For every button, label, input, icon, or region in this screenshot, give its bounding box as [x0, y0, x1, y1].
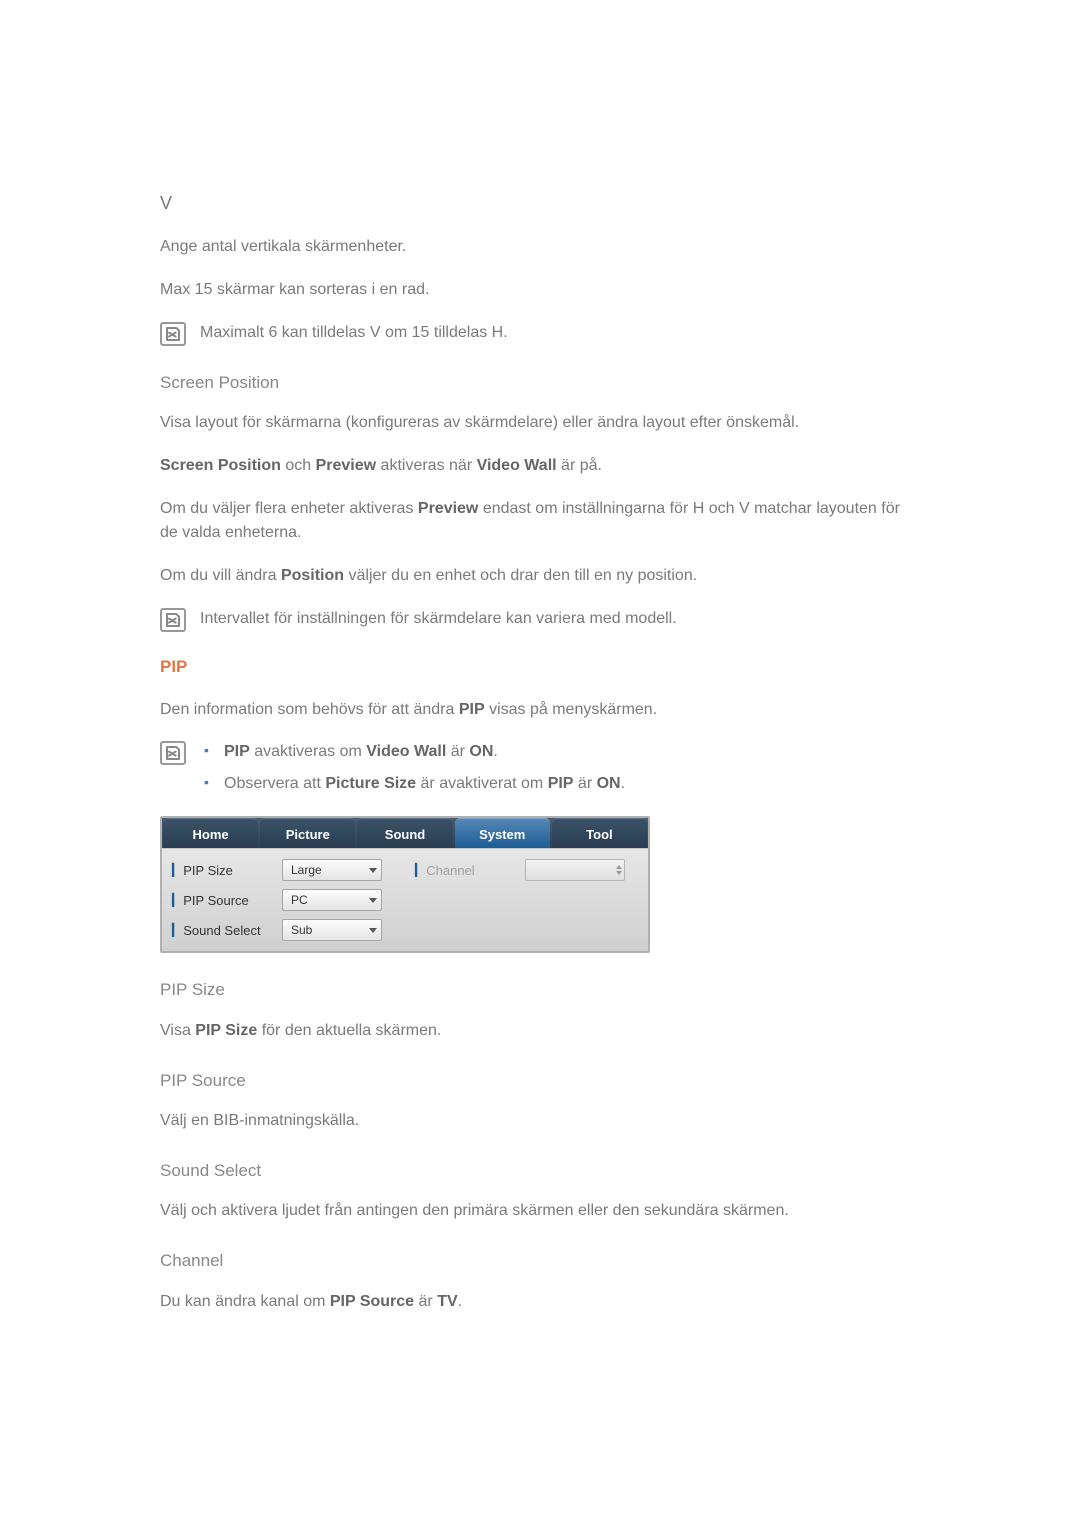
bold-text: Picture Size — [325, 775, 416, 792]
tab-system[interactable]: System — [455, 818, 550, 848]
sound-select-value: Sub — [291, 921, 312, 939]
sound-select-subheading: Sound Select — [160, 1158, 920, 1184]
text: visas på menyskärmen. — [485, 701, 658, 718]
pip-settings-panel: Home Picture Sound System Tool PIP Size … — [160, 816, 650, 953]
chevron-down-icon — [369, 868, 377, 873]
v-max-text: Max 15 skärmar kan sorteras i en rad. — [160, 278, 920, 303]
text: Om du väljer flera enheter aktiveras — [160, 500, 418, 517]
text: väljer du en enhet och drar den till en … — [344, 567, 697, 584]
tab-home[interactable]: Home — [163, 818, 258, 848]
text: och — [281, 457, 316, 474]
bold-text: PIP — [224, 743, 250, 760]
pip-source-row: PIP Source PC — [162, 885, 405, 915]
sound-select-label: Sound Select — [172, 921, 282, 941]
tab-row: Home Picture Sound System Tool — [162, 818, 648, 848]
text: Du kan ändra kanal om — [160, 1293, 330, 1310]
channel-row: Channel — [405, 855, 648, 885]
text: avaktiveras om — [250, 743, 366, 760]
chevron-down-icon — [616, 871, 622, 875]
bold-text: PIP — [548, 775, 574, 792]
bold-text: TV — [437, 1293, 457, 1310]
bold-text: Preview — [316, 457, 376, 474]
text: . — [493, 743, 497, 760]
tab-picture[interactable]: Picture — [260, 818, 355, 848]
bold-text: ON — [597, 775, 621, 792]
pip-intro: Den information som behövs för att ändra… — [160, 698, 920, 723]
text: aktiveras när — [376, 457, 476, 474]
bold-text: Video Wall — [477, 457, 557, 474]
screen-position-p4: Om du vill ändra Position väljer du en e… — [160, 564, 920, 589]
pip-size-subheading: PIP Size — [160, 977, 920, 1003]
screen-position-heading: Screen Position — [160, 370, 920, 396]
text: är — [414, 1293, 437, 1310]
pip-bullet-2: Observera att Picture Size är avaktivera… — [200, 772, 625, 796]
pip-heading: PIP — [160, 654, 920, 680]
text: . — [458, 1293, 462, 1310]
v-note: Maximalt 6 kan tilldelas V om 15 tilldel… — [160, 321, 920, 346]
pip-notes: PIP avaktiveras om Video Wall är ON. Obs… — [160, 740, 920, 804]
bold-text: PIP Source — [330, 1293, 414, 1310]
pip-size-select[interactable]: Large — [282, 859, 382, 881]
text: . — [621, 775, 625, 792]
pip-size-row: PIP Size Large — [162, 855, 405, 885]
pip-source-description: Välj en BIB-inmatningskälla. — [160, 1109, 920, 1134]
bold-text: Position — [281, 567, 344, 584]
channel-label: Channel — [415, 861, 525, 881]
pip-size-label: PIP Size — [172, 861, 282, 881]
text: är — [573, 775, 596, 792]
channel-subheading: Channel — [160, 1248, 920, 1274]
screen-position-p3: Om du väljer flera enheter aktiveras Pre… — [160, 497, 920, 547]
pip-source-label: PIP Source — [172, 891, 282, 911]
sound-select-description: Välj och aktivera ljudet från antingen d… — [160, 1199, 920, 1224]
bold-text: PIP Size — [195, 1022, 257, 1039]
tab-tool[interactable]: Tool — [552, 818, 647, 848]
tab-sound[interactable]: Sound — [357, 818, 452, 848]
bold-text: ON — [469, 743, 493, 760]
text: är på. — [557, 457, 602, 474]
screen-position-p2: Screen Position och Preview aktiveras nä… — [160, 454, 920, 479]
controls-left: PIP Size Large PIP Source PC Sound Selec… — [162, 849, 405, 951]
note-icon — [160, 608, 186, 632]
controls-row: PIP Size Large PIP Source PC Sound Selec… — [162, 848, 648, 951]
pip-source-subheading: PIP Source — [160, 1068, 920, 1094]
bold-text: Screen Position — [160, 457, 281, 474]
text: Den information som behövs för att ändra — [160, 701, 459, 718]
text: för den aktuella skärmen. — [257, 1022, 441, 1039]
screen-position-note: Intervallet för inställningen för skärmd… — [160, 607, 920, 632]
text: Observera att — [224, 775, 325, 792]
bold-text: Video Wall — [366, 743, 446, 760]
chevron-down-icon — [369, 898, 377, 903]
pip-bullet-list: PIP avaktiveras om Video Wall är ON. Obs… — [200, 740, 625, 804]
note-icon — [160, 741, 186, 765]
pip-bullet-1: PIP avaktiveras om Video Wall är ON. — [200, 740, 625, 764]
channel-spinner[interactable] — [525, 859, 625, 881]
pip-source-select[interactable]: PC — [282, 889, 382, 911]
bold-text: PIP — [459, 701, 485, 718]
pip-source-value: PC — [291, 891, 308, 909]
sound-select-select[interactable]: Sub — [282, 919, 382, 941]
channel-description: Du kan ändra kanal om PIP Source är TV. — [160, 1290, 920, 1315]
screen-position-p1: Visa layout för skärmarna (konfigureras … — [160, 411, 920, 436]
v-note-text: Maximalt 6 kan tilldelas V om 15 tilldel… — [200, 321, 508, 345]
note-icon — [160, 322, 186, 346]
v-description: Ange antal vertikala skärmenheter. — [160, 235, 920, 260]
text: Visa — [160, 1022, 195, 1039]
screen-position-note-text: Intervallet för inställningen för skärmd… — [200, 607, 677, 631]
pip-size-description: Visa PIP Size för den aktuella skärmen. — [160, 1019, 920, 1044]
controls-right: Channel — [405, 849, 648, 951]
chevron-up-icon — [616, 865, 622, 869]
spinner-arrows — [616, 865, 622, 875]
sound-select-row: Sound Select Sub — [162, 915, 405, 945]
text: är — [446, 743, 469, 760]
text: är avaktiverat om — [416, 775, 548, 792]
bold-text: Preview — [418, 500, 478, 517]
text: Om du vill ändra — [160, 567, 281, 584]
pip-size-value: Large — [291, 861, 322, 879]
v-heading: V — [160, 190, 920, 217]
chevron-down-icon — [369, 928, 377, 933]
